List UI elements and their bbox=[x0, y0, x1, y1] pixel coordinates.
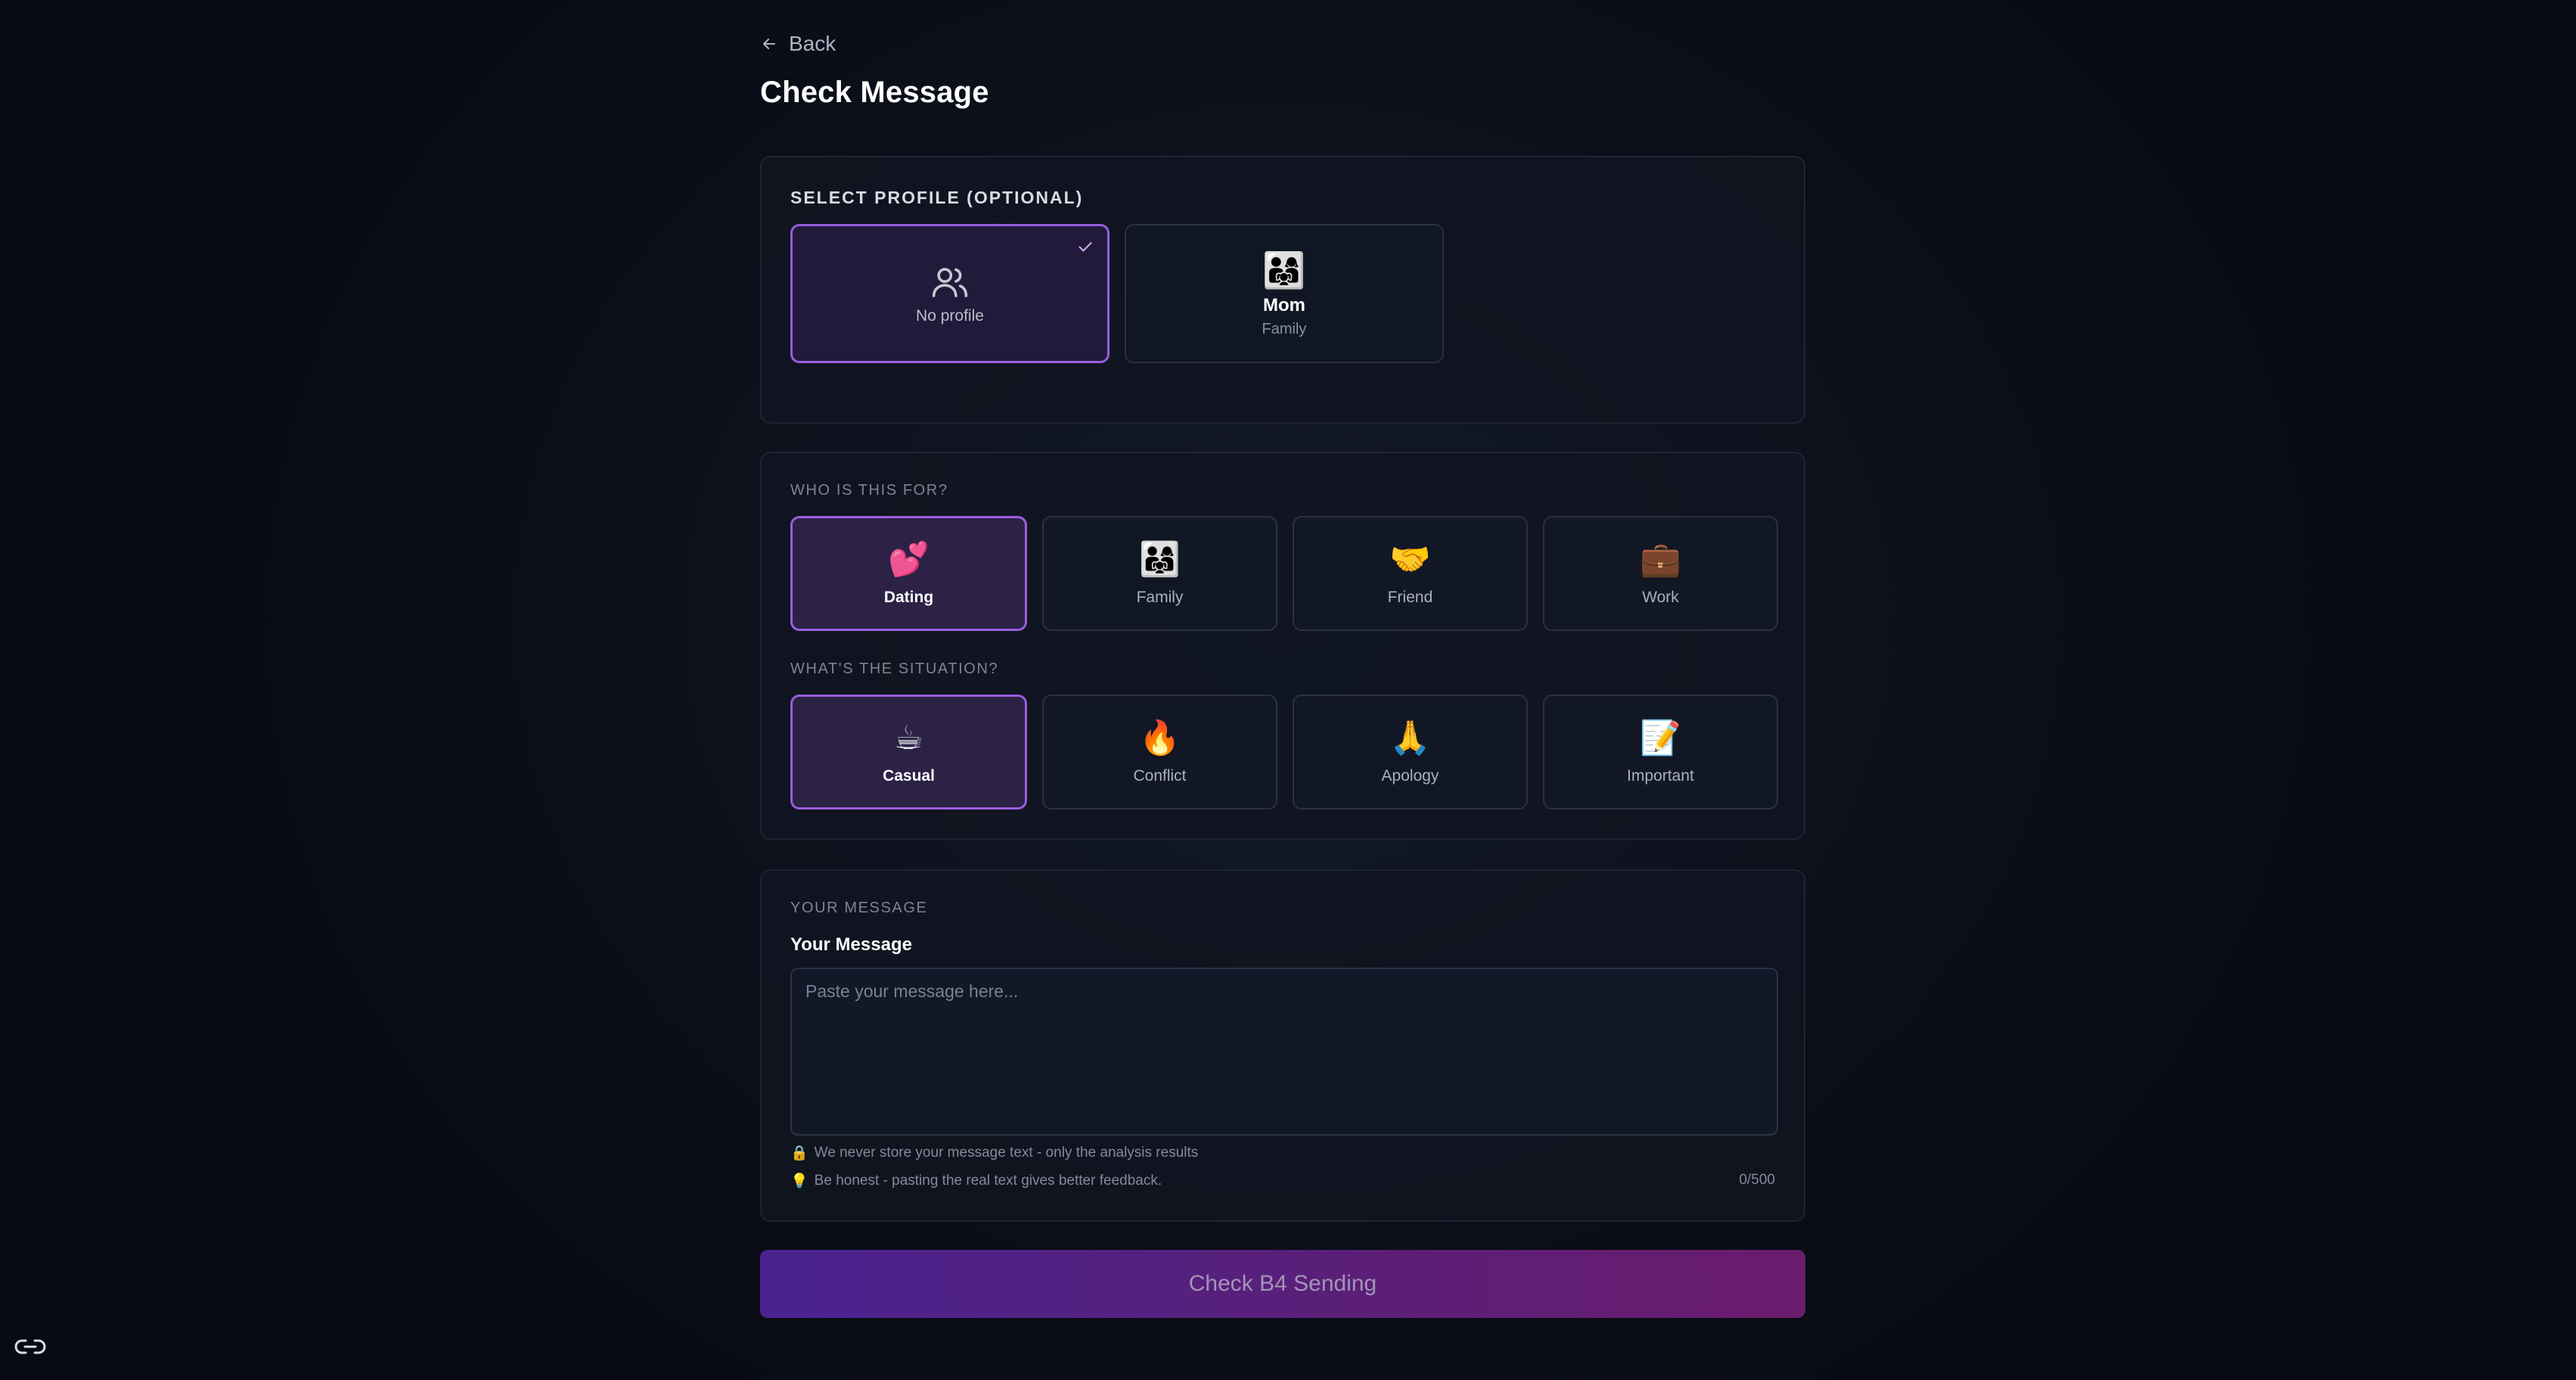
app-logo-icon[interactable] bbox=[14, 1336, 47, 1357]
message-input[interactable] bbox=[790, 968, 1778, 1136]
family-icon: 👨‍👩‍👧 bbox=[1262, 250, 1306, 290]
message-card: YOUR MESSAGE Your Message 🔒 We never sto… bbox=[760, 869, 1805, 1222]
profile-card: SELECT PROFILE (OPTIONAL) No profile 👨‍👩… bbox=[760, 156, 1805, 424]
audience-option-work[interactable]: 💼 Work bbox=[1543, 516, 1778, 631]
profile-relation: Family bbox=[1262, 320, 1307, 337]
briefcase-icon: 💼 bbox=[1640, 541, 1681, 578]
audience-option-dating[interactable]: 💕 Dating bbox=[790, 516, 1027, 631]
audience-option-family[interactable]: 👨‍👩‍👧 Family bbox=[1042, 516, 1277, 631]
privacy-note-text: We never store your message text - only … bbox=[814, 1145, 1199, 1161]
option-label: Work bbox=[1642, 589, 1679, 606]
lock-icon: 🔒 bbox=[790, 1145, 808, 1161]
character-counter: 0/500 bbox=[1739, 1172, 1775, 1188]
users-icon bbox=[932, 268, 968, 297]
page-title: Check Message bbox=[760, 76, 989, 109]
audience-option-friend[interactable]: 🤝 Friend bbox=[1293, 516, 1528, 631]
arrow-left-icon bbox=[763, 39, 775, 49]
back-button[interactable]: Back bbox=[760, 30, 836, 58]
family-icon: 👨‍👩‍👧 bbox=[1139, 541, 1181, 578]
tip-note: 💡 Be honest - pasting the real text give… bbox=[790, 1172, 1162, 1190]
praying-hands-icon: 🙏 bbox=[1389, 720, 1431, 757]
fire-icon: 🔥 bbox=[1139, 720, 1181, 757]
handshake-icon: 🤝 bbox=[1389, 541, 1431, 578]
profile-none-label: No profile bbox=[916, 307, 984, 325]
profile-name: Mom bbox=[1263, 294, 1305, 315]
message-section-label: YOUR MESSAGE bbox=[790, 900, 928, 916]
profile-section-label: SELECT PROFILE (OPTIONAL) bbox=[790, 188, 1084, 207]
option-label: Dating bbox=[883, 589, 934, 606]
option-label: Friend bbox=[1387, 589, 1433, 606]
message-field-label: Your Message bbox=[790, 934, 912, 955]
option-label: Casual bbox=[883, 767, 935, 785]
memo-icon: 📝 bbox=[1640, 720, 1681, 757]
check-b4-sending-button[interactable]: Check B4 Sending bbox=[760, 1250, 1805, 1318]
option-label: Important bbox=[1627, 767, 1694, 785]
option-label: Apology bbox=[1381, 767, 1439, 785]
audience-section-label: WHO IS THIS FOR? bbox=[790, 482, 948, 499]
audience-options: 💕 Dating 👨‍👩‍👧 Family 🤝 Friend 💼 Work bbox=[790, 516, 1778, 631]
situation-option-conflict[interactable]: 🔥 Conflict bbox=[1042, 695, 1277, 810]
context-card: WHO IS THIS FOR? 💕 Dating 👨‍👩‍👧 Family 🤝… bbox=[760, 452, 1805, 840]
profile-option-none[interactable]: No profile bbox=[790, 224, 1110, 363]
privacy-note: 🔒 We never store your message text - onl… bbox=[790, 1144, 1198, 1162]
situation-option-important[interactable]: 📝 Important bbox=[1543, 695, 1778, 810]
option-label: Conflict bbox=[1133, 767, 1187, 785]
option-label: Family bbox=[1136, 589, 1184, 606]
situation-option-apology[interactable]: 🙏 Apology bbox=[1293, 695, 1528, 810]
situation-section-label: WHAT'S THE SITUATION? bbox=[790, 660, 999, 677]
profile-option-mom[interactable]: 👨‍👩‍👧 Mom Family bbox=[1125, 224, 1444, 363]
coffee-icon: ☕ bbox=[893, 720, 924, 757]
situation-option-casual[interactable]: ☕ Casual bbox=[790, 695, 1027, 810]
hearts-icon: 💕 bbox=[888, 541, 930, 578]
back-label: Back bbox=[789, 32, 836, 55]
lightbulb-icon: 💡 bbox=[790, 1173, 808, 1189]
situation-options: ☕ Casual 🔥 Conflict 🙏 Apology 📝 Importan… bbox=[790, 695, 1778, 810]
check-icon bbox=[1079, 242, 1092, 252]
tip-note-text: Be honest - pasting the real text gives … bbox=[814, 1173, 1162, 1189]
